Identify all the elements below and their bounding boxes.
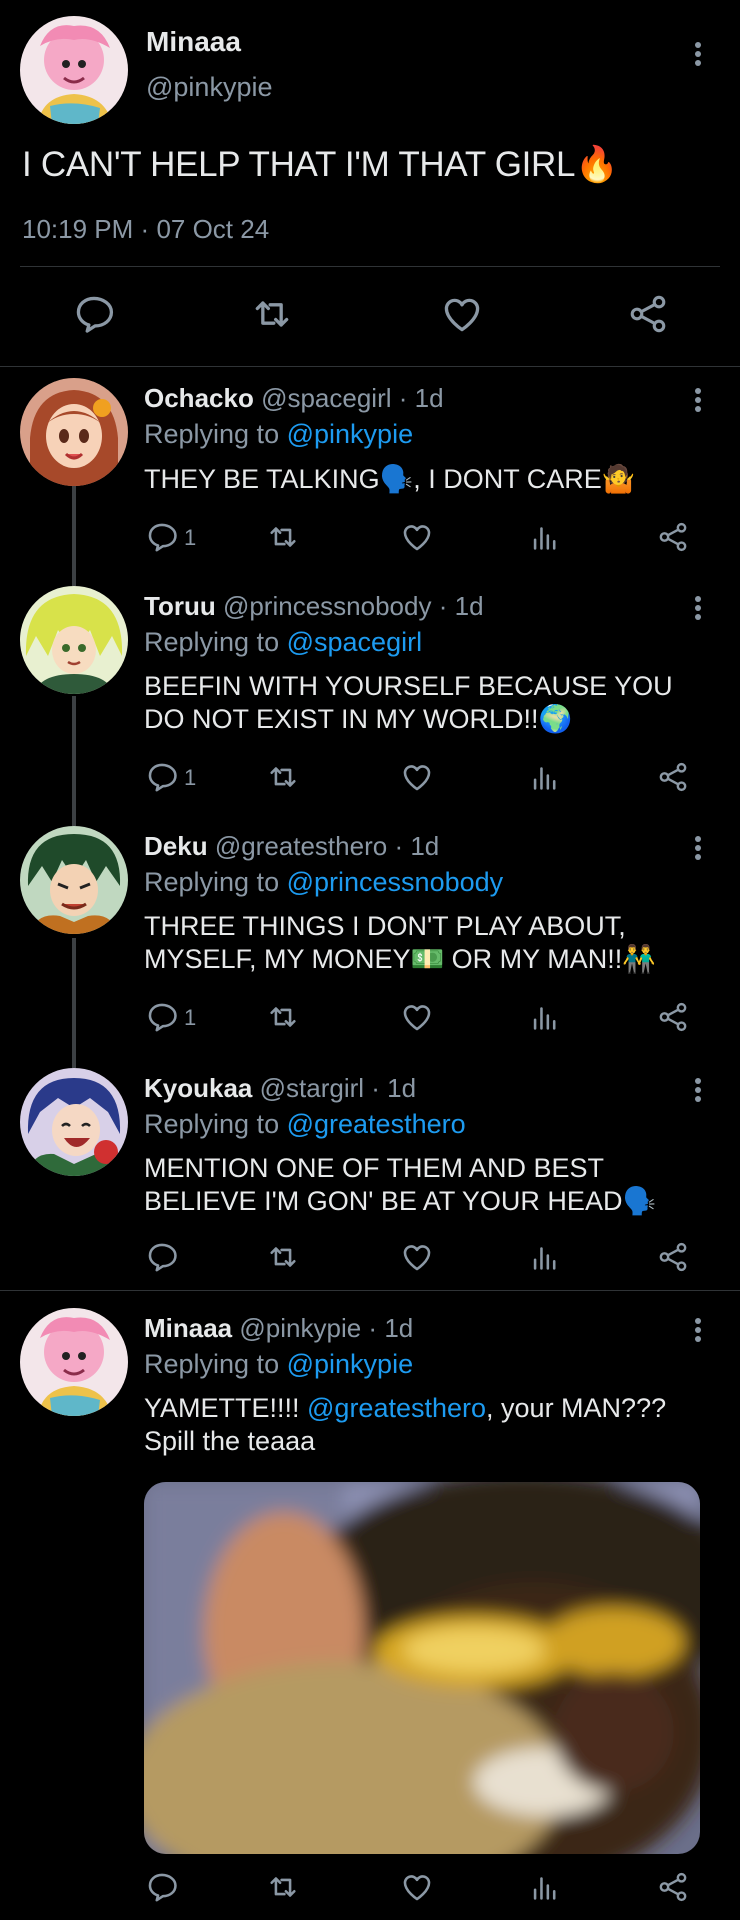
user-handle[interactable]: @stargirl	[260, 1073, 364, 1103]
analytics-icon[interactable]	[528, 760, 562, 794]
thread-line	[72, 696, 76, 826]
tweet-text: YAMETTE!!!! @greatesthero, your MAN??? S…	[144, 1393, 667, 1456]
like-icon[interactable]	[400, 1240, 434, 1274]
more-options-icon[interactable]	[688, 1310, 708, 1350]
avatar[interactable]	[20, 1068, 128, 1176]
mention-link[interactable]: @spacegirl	[287, 627, 422, 657]
retweet-icon[interactable]	[266, 760, 300, 794]
mention-link[interactable]: @pinkypie	[287, 1349, 413, 1379]
avatar[interactable]	[20, 586, 128, 694]
share-icon[interactable]	[656, 1240, 690, 1274]
reply-icon[interactable]	[145, 1240, 179, 1274]
user-handle[interactable]: @princessnobody	[223, 591, 432, 621]
reply-icon[interactable]	[145, 760, 179, 794]
like-icon[interactable]	[400, 1000, 434, 1034]
display-name[interactable]: Minaaa	[146, 26, 241, 58]
replying-to: Replying to @greatesthero	[144, 1109, 466, 1139]
tweet-timestamp: 10:19 PM · 07 Oct 24	[22, 214, 270, 244]
divider	[0, 1290, 740, 1291]
avatar[interactable]	[20, 1308, 128, 1416]
reply-header: Toruu @princessnobody · 1d	[144, 591, 484, 621]
retweet-icon[interactable]	[266, 1870, 300, 1904]
analytics-icon[interactable]	[528, 1870, 562, 1904]
avatar[interactable]	[20, 826, 128, 934]
tweet-text: I CAN'T HELP THAT I'M THAT GIRL🔥	[22, 145, 619, 184]
retweet-icon[interactable]	[266, 520, 300, 554]
reply-icon[interactable]	[72, 292, 116, 336]
main-tweet: Minaaa @pinkypie I CAN'T HELP THAT I'M T…	[0, 0, 740, 368]
tweet-age: 1d	[410, 831, 440, 861]
more-options-icon[interactable]	[688, 588, 708, 628]
retweet-icon[interactable]	[250, 292, 294, 336]
tweet-age: 1d	[414, 383, 444, 413]
divider	[0, 366, 740, 367]
fire-emoji: 🔥	[575, 145, 619, 184]
tweet-text: THEY BE TALKING🗣️, I DONT CARE🤷	[144, 464, 636, 494]
mention-link[interactable]: @greatesthero	[307, 1393, 486, 1423]
reply-icon[interactable]	[145, 1870, 179, 1904]
like-icon[interactable]	[400, 1870, 434, 1904]
retweet-icon[interactable]	[266, 1000, 300, 1034]
share-icon[interactable]	[626, 292, 670, 336]
like-icon[interactable]	[400, 760, 434, 794]
reply-header: Minaaa @pinkypie · 1d	[144, 1313, 414, 1343]
replying-to: Replying to @pinkypie	[144, 419, 414, 449]
tweet-image[interactable]	[144, 1482, 700, 1854]
tweet-age: 1d	[454, 591, 484, 621]
tweet-text: MENTION ONE OF THEM AND BEST BELIEVE I'M…	[144, 1153, 657, 1216]
replying-to: Replying to @pinkypie	[144, 1349, 414, 1379]
tweet-text: BEEFIN WITH YOURSELF BECAUSE YOU DO NOT …	[144, 671, 673, 734]
analytics-icon[interactable]	[528, 1000, 562, 1034]
display-name[interactable]: Toruu	[144, 591, 216, 621]
retweet-icon[interactable]	[266, 1240, 300, 1274]
reply-count: 1	[184, 1005, 197, 1030]
share-icon[interactable]	[656, 520, 690, 554]
replying-to: Replying to @spacegirl	[144, 627, 423, 657]
more-options-icon[interactable]	[688, 380, 708, 420]
thread-line	[72, 938, 76, 1068]
tweet-text: THREE THINGS I DON'T PLAY ABOUT, MYSELF,…	[144, 911, 656, 974]
divider	[20, 266, 720, 267]
user-handle[interactable]: @pinkypie	[239, 1313, 361, 1343]
share-icon[interactable]	[656, 760, 690, 794]
reply-icon[interactable]	[145, 1000, 179, 1034]
mention-link[interactable]: @pinkypie	[287, 419, 413, 449]
user-handle[interactable]: @greatesthero	[215, 831, 387, 861]
reply-count: 1	[184, 525, 197, 550]
more-options-icon[interactable]	[688, 1070, 708, 1110]
reply-header: Deku @greatesthero · 1d	[144, 831, 440, 861]
reply-header: Kyoukaa @stargirl · 1d	[144, 1073, 417, 1103]
avatar[interactable]	[20, 378, 128, 486]
share-icon[interactable]	[656, 1000, 690, 1034]
more-options-icon[interactable]	[688, 34, 708, 74]
avatar[interactable]	[20, 16, 128, 124]
reply-icon[interactable]	[145, 520, 179, 554]
analytics-icon[interactable]	[528, 520, 562, 554]
more-options-icon[interactable]	[688, 828, 708, 868]
display-name[interactable]: Deku	[144, 831, 208, 861]
display-name[interactable]: Ochacko	[144, 383, 254, 413]
tweet-age: 1d	[384, 1313, 414, 1343]
replying-to: Replying to @princessnobody	[144, 867, 504, 897]
thread-line	[72, 486, 76, 586]
tweet-age: 1d	[387, 1073, 417, 1103]
reply-header: Ochacko @spacegirl · 1d	[144, 383, 444, 413]
display-name[interactable]: Minaaa	[144, 1313, 232, 1343]
analytics-icon[interactable]	[528, 1240, 562, 1274]
like-icon[interactable]	[400, 520, 434, 554]
user-handle[interactable]: @pinkypie	[146, 72, 272, 103]
display-name[interactable]: Kyoukaa	[144, 1073, 252, 1103]
user-handle[interactable]: @spacegirl	[261, 383, 391, 413]
like-icon[interactable]	[440, 292, 484, 336]
share-icon[interactable]	[656, 1870, 690, 1904]
reply-count: 1	[184, 765, 197, 790]
mention-link[interactable]: @princessnobody	[287, 867, 504, 897]
mention-link[interactable]: @greatesthero	[287, 1109, 466, 1139]
